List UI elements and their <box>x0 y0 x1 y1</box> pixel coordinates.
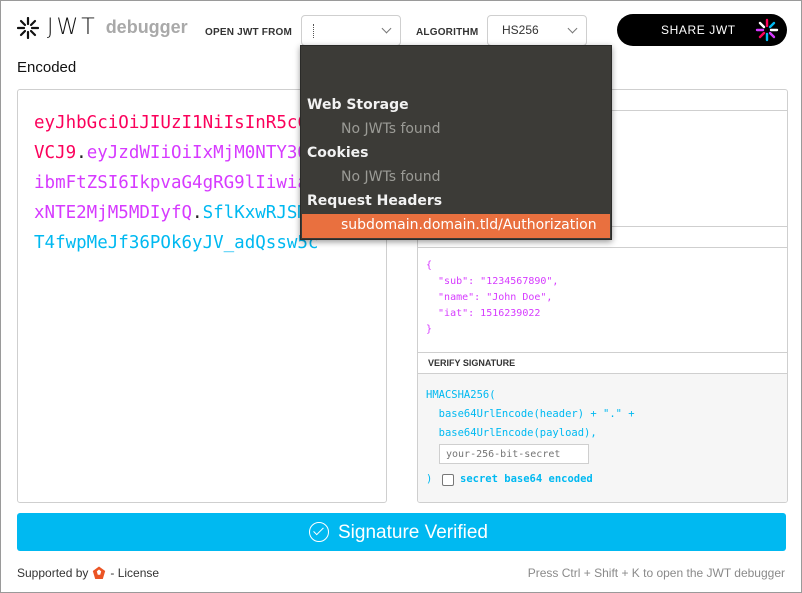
algorithm-value: HS256 <box>502 23 539 37</box>
payload-line: "sub": "1234567890", <box>426 276 559 287</box>
license-link[interactable]: - License <box>110 566 159 580</box>
secret-input[interactable] <box>439 444 589 464</box>
open-jwt-from-label: OPEN JWT FROM <box>205 27 293 38</box>
token-dot: . <box>192 203 203 223</box>
verify-code: HMACSHA256( base64UrlEncode(header) + ".… <box>426 389 635 439</box>
open-jwt-from-select[interactable] <box>301 15 401 46</box>
chevron-down-icon <box>567 23 578 34</box>
jwt-logo[interactable]: JWT debugger <box>17 15 188 40</box>
check-circle-icon <box>309 522 329 542</box>
menu-group-request-headers: Request Headers <box>307 193 443 209</box>
algorithm-select[interactable]: HS256 <box>487 15 587 46</box>
open-jwt-from-menu: Web Storage No JWTs found Cookies No JWT… <box>300 45 612 240</box>
secret-base64-checkbox[interactable] <box>442 474 454 486</box>
jwt-logo-icon <box>17 16 39 39</box>
verify-section-title: VERIFY SIGNATURE <box>428 358 516 368</box>
chevron-down-icon <box>381 23 392 34</box>
share-jwt-button[interactable]: SHARE JWT <box>617 14 787 46</box>
signature-verified-label: Signature Verified <box>338 522 488 543</box>
menu-item-authorization-header[interactable]: subdomain.domain.tld/Authorization <box>302 214 610 238</box>
menu-group-cookies: Cookies <box>307 145 369 161</box>
supported-by-text: Supported by <box>17 566 89 580</box>
verify-signature-section: HMACSHA256( base64UrlEncode(header) + ".… <box>418 374 787 502</box>
shortcut-hint: Press Ctrl + Shift + K to open the JWT d… <box>527 566 785 580</box>
payload-line: "name": "John Doe", <box>426 292 553 303</box>
window-frame: JWT debugger OPEN JWT FROM ALGORITHM HS2… <box>0 0 802 593</box>
menu-item-label: subdomain.domain.tld/Authorization <box>341 217 597 233</box>
footer-supported-by: Supported by - License <box>17 566 159 580</box>
signature-verified-bar: Signature Verified <box>17 513 786 551</box>
share-icon <box>755 18 779 42</box>
share-jwt-label: SHARE JWT <box>661 23 736 37</box>
close-paren: ) <box>426 473 433 485</box>
logo-text: JWT <box>47 15 98 40</box>
payload-line: "iat": 1516239022 <box>426 308 541 319</box>
secret-base64-label: secret base64 encoded <box>460 473 593 485</box>
focus-caret <box>313 24 315 38</box>
menu-item-cookies-empty: No JWTs found <box>341 169 441 185</box>
verify-section-bar: VERIFY SIGNATURE <box>418 352 787 374</box>
menu-group-web-storage: Web Storage <box>307 97 409 113</box>
logo-subtitle: debugger <box>105 17 188 37</box>
payload-line: { <box>426 260 433 271</box>
token-dot: . <box>76 143 87 163</box>
menu-item-web-storage-empty: No JWTs found <box>341 121 441 137</box>
encoded-title: Encoded <box>17 59 77 76</box>
payload-json[interactable]: { "sub": "1234567890", "name": "John Doe… <box>426 258 558 338</box>
payload-line: } <box>426 324 433 335</box>
auth0-logo-icon[interactable] <box>92 566 106 580</box>
algorithm-label: ALGORITHM <box>416 27 479 38</box>
